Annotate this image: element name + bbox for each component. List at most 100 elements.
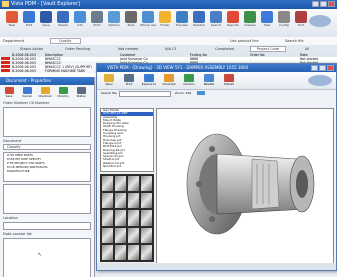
publish-button-label: Publish xyxy=(224,82,234,86)
related-button[interactable]: Related xyxy=(201,74,217,87)
location-label: Location xyxy=(3,216,18,220)
ribbon-button-options[interactable]: Options xyxy=(106,11,122,35)
product-line-checkbox[interactable]: Use product line xyxy=(230,39,259,43)
dialog-search-input[interactable] xyxy=(119,91,171,97)
tab-completed[interactable]: Completed xyxy=(215,47,234,51)
part-thumbnail[interactable] xyxy=(128,227,139,243)
ribbon-button-save[interactable]: Save xyxy=(38,11,54,35)
part-thumbnail[interactable] xyxy=(128,210,139,226)
department-select[interactable]: Quality xyxy=(50,38,81,44)
tab-not-needed[interactable]: Not needed xyxy=(118,47,138,51)
checkout-button[interactable]: Checkout xyxy=(161,74,177,87)
part-thumbnail[interactable] xyxy=(141,176,152,192)
filter-row: Department Quality Use product line Sear… xyxy=(0,37,337,45)
ribbon-button-delete[interactable]: Delete xyxy=(55,11,71,35)
part-thumbnail[interactable] xyxy=(128,244,139,260)
tab-order-pending[interactable]: Order Pending xyxy=(65,47,90,51)
ribbon-button-print[interactable]: Print xyxy=(89,11,105,35)
part-thumbnail[interactable] xyxy=(102,193,113,209)
order-number-field[interactable] xyxy=(3,107,91,137)
print-icon xyxy=(91,11,103,23)
part-thumbnail[interactable] xyxy=(102,176,113,192)
ribbon-button-config[interactable]: Config xyxy=(276,11,292,35)
part-thumbnail[interactable] xyxy=(102,227,113,243)
print-icon xyxy=(124,74,134,82)
part-thumbnail[interactable] xyxy=(141,244,152,260)
data-locator-list[interactable]: ↖ xyxy=(3,238,91,277)
cancel-button-label: Cancel xyxy=(22,94,32,98)
dialog-maximize-button[interactable] xyxy=(319,65,326,71)
part-thumbnail[interactable] xyxy=(102,244,113,260)
data-locator-label: Data Locator list xyxy=(3,232,32,236)
dialog-close-button[interactable] xyxy=(327,65,334,71)
open-button[interactable]: Open xyxy=(101,74,117,87)
ribbon-button-help[interactable]: Help xyxy=(259,11,275,35)
ribbon-button-label: Classes xyxy=(244,23,256,27)
ribbon-button-label: Print xyxy=(93,23,101,27)
ribbon-button-reports[interactable]: Reports xyxy=(225,11,241,35)
ribbon-button-label: Exit xyxy=(298,23,304,27)
tab-na-cf[interactable]: N/A Cf xyxy=(165,47,176,51)
status-flag-icon xyxy=(1,57,10,60)
checkin-button-label: Checkin xyxy=(57,94,69,98)
preview-icon xyxy=(176,11,188,23)
classify-select[interactable]: Classify xyxy=(3,144,91,150)
zoom-select[interactable]: Zoom: 100 xyxy=(175,91,191,95)
part-thumbnail[interactable] xyxy=(115,227,126,243)
mouse-cursor-icon: ↖ xyxy=(38,252,43,258)
location-field[interactable] xyxy=(3,222,91,230)
tools-icon xyxy=(125,11,137,23)
panel-toolbar: Save Cancel Checkout Checkin Status xyxy=(0,85,94,101)
maximize-button[interactable] xyxy=(320,1,327,7)
project-code-select[interactable]: Project Code xyxy=(250,46,287,52)
ribbon-button-info[interactable]: Info xyxy=(72,11,88,35)
part-thumbnail[interactable] xyxy=(128,176,139,192)
part-thumbnail[interactable] xyxy=(128,193,139,209)
app-logo-icon xyxy=(2,1,9,7)
ribbon-button-classes[interactable]: Classes xyxy=(242,11,258,35)
ribbon-button-related[interactable]: Related xyxy=(191,11,207,35)
ribbon-button-edit[interactable]: Edit xyxy=(21,11,37,35)
go-button[interactable] xyxy=(197,91,205,95)
save-button-label: Save xyxy=(5,94,13,98)
part-thumbnail[interactable] xyxy=(141,210,152,226)
main-ribbon-toolbar: New Edit Save Delete Info Print Options Tools Wh… xyxy=(0,9,337,38)
ribbon-button-search[interactable]: Search xyxy=(208,11,224,35)
cancel-button[interactable]: Cancel xyxy=(20,87,34,99)
part-thumbnail[interactable] xyxy=(141,227,152,243)
ribbon-button-exit[interactable]: Exit xyxy=(293,11,309,35)
tab-all[interactable]: All xyxy=(305,47,309,51)
minimize-button[interactable] xyxy=(312,1,319,7)
close-button[interactable] xyxy=(328,1,335,7)
ribbon-button-tools[interactable]: Tools xyxy=(123,11,139,35)
publish-button[interactable]: Publish xyxy=(221,74,237,87)
thumbnail-grid xyxy=(100,174,154,262)
status-button[interactable]: Status xyxy=(74,87,88,99)
ribbon-button-folder[interactable]: Folder xyxy=(157,11,173,35)
ribbon-button-label: Search xyxy=(210,23,222,27)
part-thumbnail[interactable] xyxy=(115,176,126,192)
part-thumbnail[interactable] xyxy=(115,193,126,209)
part-thumbnail[interactable] xyxy=(102,210,113,226)
print-button[interactable]: Print xyxy=(121,74,137,87)
dialog-minimize-button[interactable] xyxy=(311,65,318,71)
ribbon-button-label: Config xyxy=(279,23,289,27)
ribbon-button-new[interactable]: New xyxy=(4,11,20,35)
ribbon-button-preview[interactable]: Preview xyxy=(174,11,190,35)
ribbon-button-label: Save xyxy=(42,23,50,27)
part-thumbnail[interactable] xyxy=(141,193,152,209)
explore-to-button[interactable]: Explore to xyxy=(141,74,157,87)
checkin-button[interactable]: Checkin xyxy=(181,74,197,87)
part-thumbnail[interactable] xyxy=(115,210,126,226)
notes-field[interactable] xyxy=(3,184,91,214)
file-list-item[interactable]: Nut-M12.prt xyxy=(101,164,153,168)
ribbon-button-where-used[interactable]: Where Used xyxy=(140,11,156,35)
tab-status-action[interactable]: Status Action xyxy=(20,47,43,51)
checkout-button[interactable]: Checkout xyxy=(38,87,52,99)
checkin-button[interactable]: Checkin xyxy=(56,87,70,99)
ribbon-button-label: Folder xyxy=(160,23,170,27)
dialog-title: VISTA PDM - [Drawing] - 3D VIEW 5Y1 - DA… xyxy=(107,65,249,70)
save-button[interactable]: Save xyxy=(2,87,16,99)
list-item[interactable]: MANUFACTURE xyxy=(4,169,90,173)
part-thumbnail[interactable] xyxy=(115,244,126,260)
